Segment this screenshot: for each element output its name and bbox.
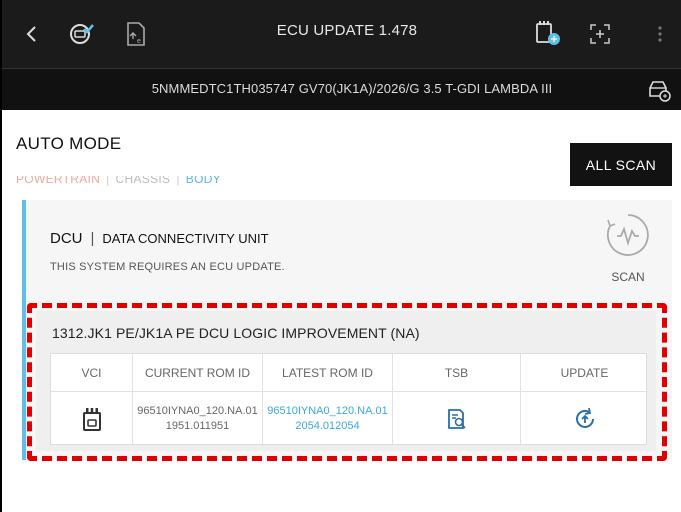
- tab-chassis[interactable]: CHASSIS: [116, 176, 171, 186]
- svg-text:e: e: [137, 38, 141, 45]
- tab-powertrain[interactable]: POWERTRAIN: [16, 176, 100, 186]
- system-separator: |: [90, 230, 95, 247]
- vci-connect-icon[interactable]: [532, 18, 564, 50]
- system-code: DCU: [50, 230, 83, 247]
- tab-separator: |: [106, 172, 110, 186]
- back-chevron-icon[interactable]: [16, 18, 48, 50]
- highlight-dashed-box: [27, 303, 667, 461]
- tab-separator: |: [176, 172, 180, 186]
- system-filter-tabs: POWERTRAIN | CHASSIS | BODY: [16, 172, 221, 186]
- more-vertical-icon[interactable]: [644, 18, 676, 50]
- app-title: ECU UPDATE 1.478: [276, 22, 418, 39]
- system-header: DCU | DATA CONNECTIVITY UNIT: [50, 230, 269, 247]
- system-message: THIS SYSTEM REQUIRES AN ECU UPDATE.: [50, 261, 285, 273]
- all-scan-button[interactable]: ALL SCAN: [570, 143, 672, 186]
- vehicle-check-icon[interactable]: [66, 18, 98, 50]
- scan-label: SCAN: [611, 270, 645, 284]
- top-app-bar: e ECU UPDATE 1.478: [2, 0, 681, 68]
- vehicle-info-bar: 5NMMEDTC1TH035747 GV70(JK1A)/2026/G 3.5 …: [2, 68, 681, 110]
- main-content: AUTO MODE POWERTRAIN | CHASSIS | BODY ALL SC…: [2, 110, 681, 512]
- document-export-icon[interactable]: e: [120, 18, 152, 50]
- scan-waveform-icon: [607, 214, 649, 256]
- scan-button[interactable]: SCAN: [598, 212, 658, 292]
- system-name: DATA CONNECTIVITY UNIT: [102, 231, 269, 246]
- vehicle-settings-icon[interactable]: [645, 76, 673, 104]
- expand-icon[interactable]: [584, 18, 616, 50]
- tab-body[interactable]: BODY: [186, 176, 221, 186]
- vehicle-info: 5NMMEDTC1TH035747 GV70(JK1A)/2026/G 3.5 …: [151, 81, 553, 96]
- mode-title: AUTO MODE: [16, 134, 122, 153]
